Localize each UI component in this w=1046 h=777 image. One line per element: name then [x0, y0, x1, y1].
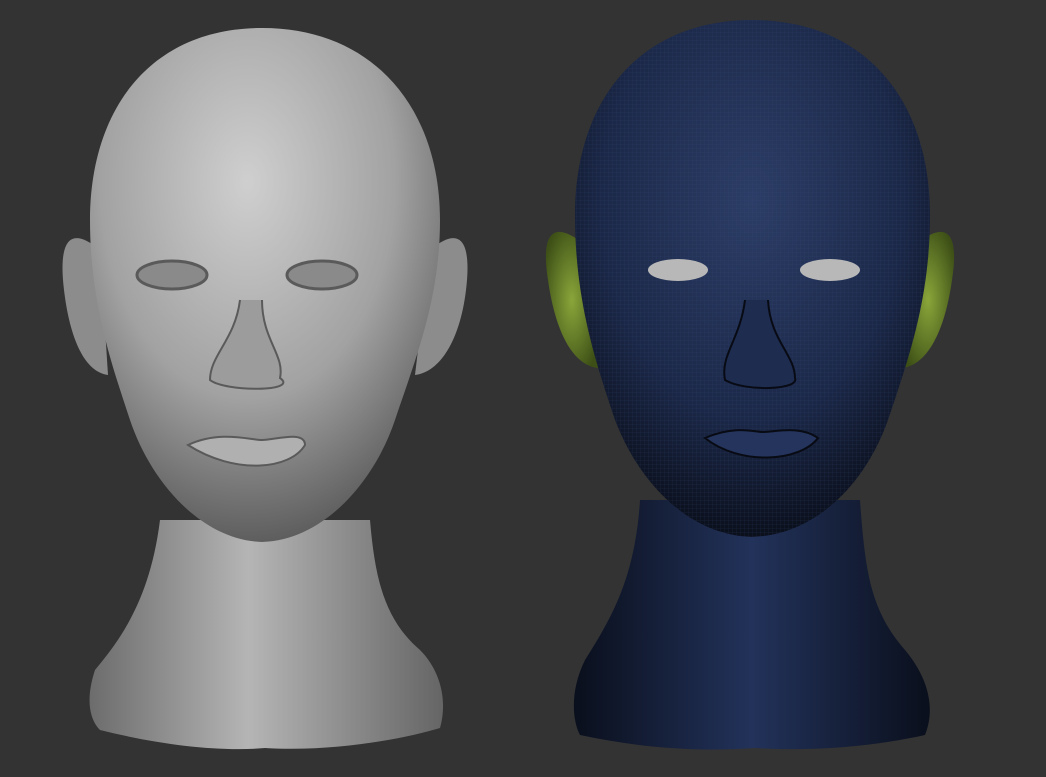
neck — [573, 500, 930, 750]
eye-right — [285, 259, 359, 291]
polypaint-head-model — [545, 20, 955, 750]
neck — [89, 520, 444, 750]
clay-head-model — [62, 28, 468, 750]
eye-left — [648, 259, 708, 281]
render-viewport — [62, 20, 955, 750]
mesh-overlay — [575, 20, 930, 537]
eye-right — [800, 259, 860, 281]
eye-left — [135, 259, 209, 291]
